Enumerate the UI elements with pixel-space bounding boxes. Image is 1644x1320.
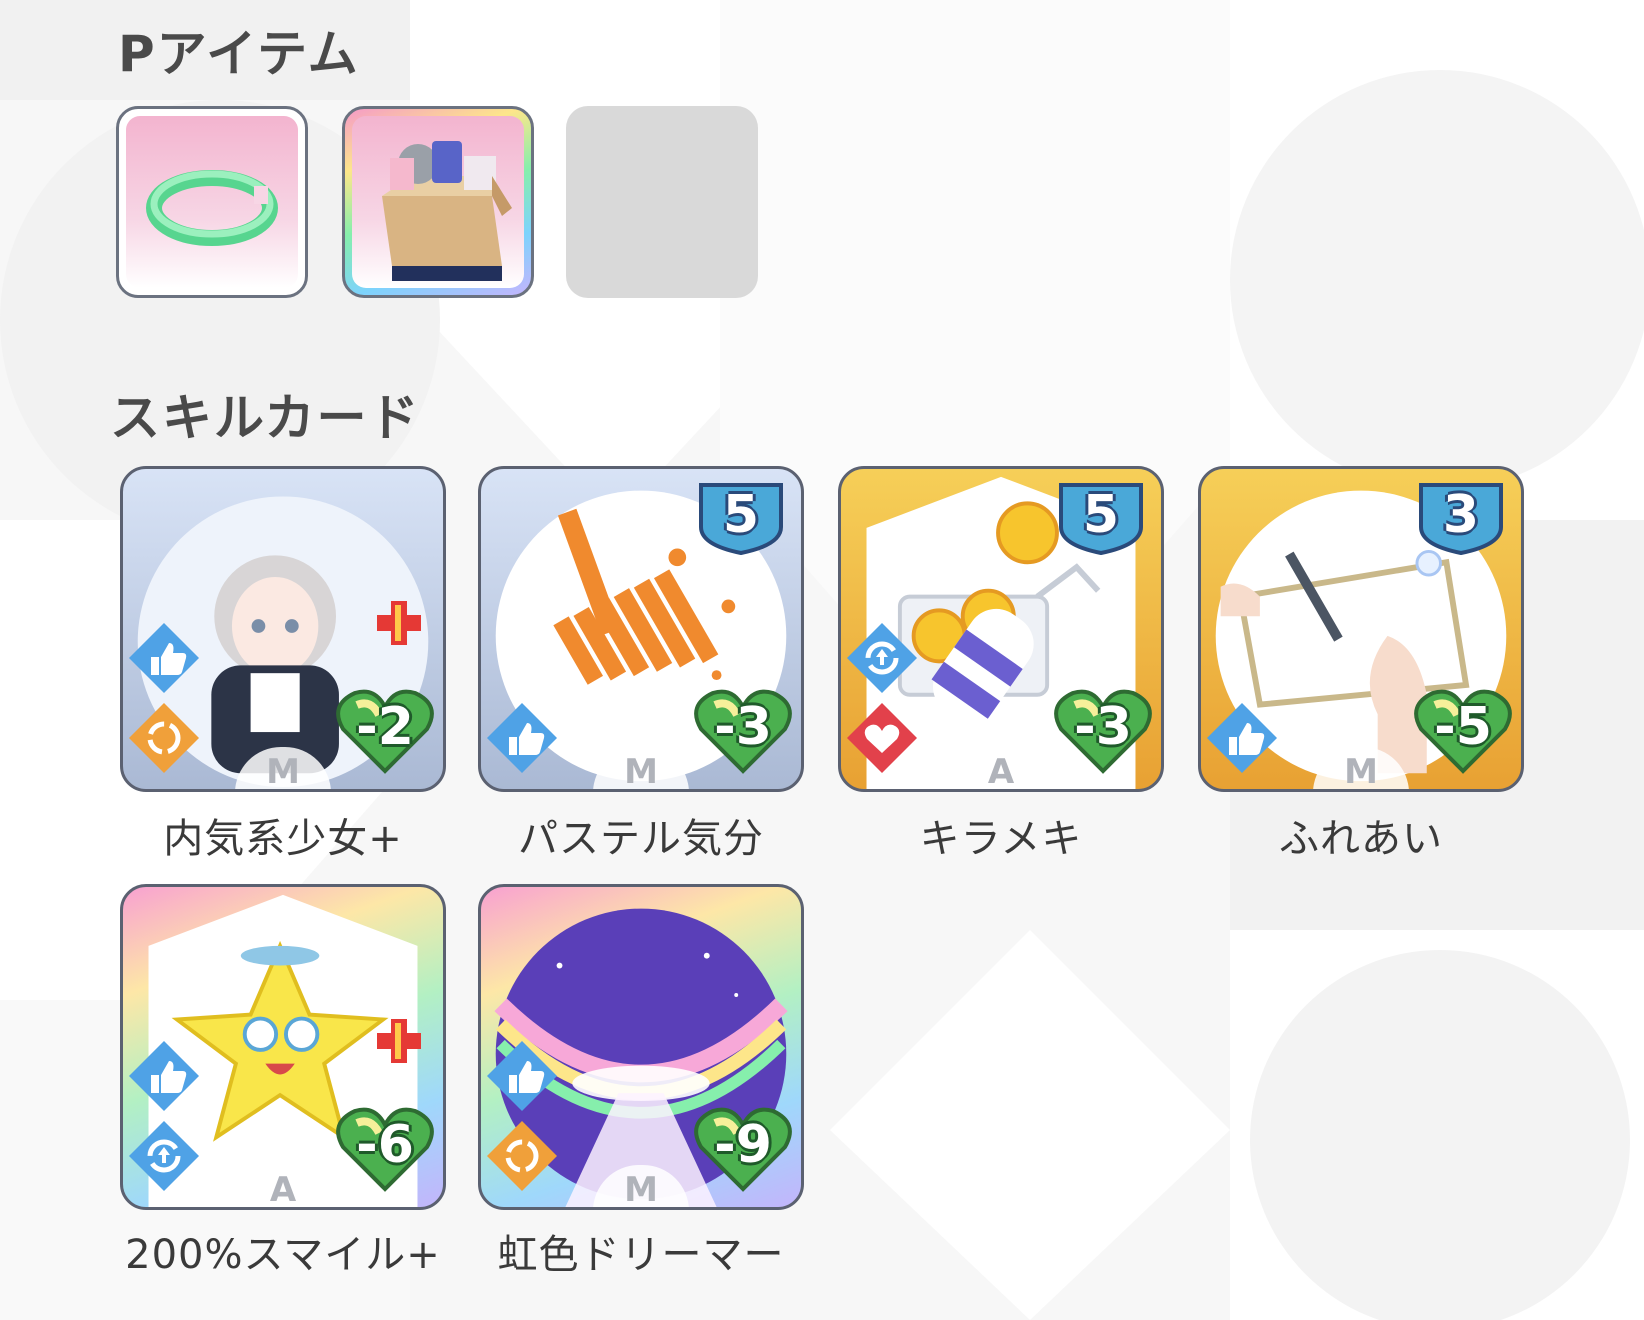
stamina-value: -9 bbox=[714, 1115, 772, 1175]
thumbs-up-icon bbox=[487, 703, 557, 773]
cycle-icon bbox=[129, 703, 199, 773]
skill-card-5[interactable]: -6 A bbox=[120, 884, 446, 1210]
upgrade-plus-icon bbox=[377, 601, 421, 645]
p-items-title: Pアイテム bbox=[118, 25, 360, 83]
stamina-value: -6 bbox=[356, 1115, 414, 1175]
boost-cycle-icon bbox=[847, 623, 917, 693]
thumbs-up-icon bbox=[129, 1041, 199, 1111]
stamina-heart-badge: -9 bbox=[693, 1103, 793, 1193]
thumbs-up-icon bbox=[487, 1041, 557, 1111]
stamina-heart-badge: -5 bbox=[1413, 685, 1513, 775]
stamina-heart-badge: -2 bbox=[335, 685, 435, 775]
stamina-heart-badge: -3 bbox=[693, 685, 793, 775]
card-label: ふれあい bbox=[1279, 816, 1443, 862]
cost-badge: 3 bbox=[1415, 479, 1507, 556]
cycle-icon bbox=[487, 1121, 557, 1191]
cost-badge: 5 bbox=[1055, 479, 1147, 556]
card-label: 虹色ドリーマー bbox=[497, 1232, 785, 1278]
p-item-slot-2[interactable] bbox=[342, 106, 534, 298]
skill-card-1[interactable]: -2 M bbox=[120, 466, 446, 792]
cost-value: 3 bbox=[1442, 485, 1480, 545]
stamina-value: -5 bbox=[1434, 697, 1492, 757]
skill-card-6[interactable]: -9 M bbox=[478, 884, 804, 1210]
skill-card-2[interactable]: 5 -3 M bbox=[478, 466, 804, 792]
card-label: 内気系少女+ bbox=[163, 816, 403, 862]
card-label: キラメキ bbox=[919, 816, 1083, 862]
thumbs-up-icon bbox=[1207, 703, 1277, 773]
heart-break-icon bbox=[847, 703, 917, 773]
thumbs-up-icon bbox=[129, 623, 199, 693]
stamina-heart-badge: -6 bbox=[335, 1103, 435, 1193]
goods-box-icon bbox=[382, 141, 512, 281]
cost-badge: 5 bbox=[695, 479, 787, 556]
card-label: 200%スマイル+ bbox=[125, 1232, 441, 1278]
upgrade-plus-icon bbox=[377, 1019, 421, 1063]
p-item-slot-empty[interactable] bbox=[566, 106, 758, 298]
skill-card-4[interactable]: 3 -5 M bbox=[1198, 466, 1524, 792]
stamina-value: -2 bbox=[356, 697, 414, 757]
stamina-value: -3 bbox=[714, 697, 772, 757]
stamina-value: -3 bbox=[1074, 697, 1132, 757]
card-label: パステル気分 bbox=[518, 816, 764, 862]
cost-value: 5 bbox=[1082, 485, 1120, 545]
cost-value: 5 bbox=[722, 485, 760, 545]
p-item-slot-1[interactable] bbox=[116, 106, 308, 298]
bracelet-icon bbox=[146, 170, 278, 246]
boost-cycle-icon bbox=[129, 1121, 199, 1191]
skill-card-3[interactable]: 5 -3 A bbox=[838, 466, 1164, 792]
skill-cards-title: スキルカード bbox=[110, 389, 421, 447]
stamina-heart-badge: -3 bbox=[1053, 685, 1153, 775]
